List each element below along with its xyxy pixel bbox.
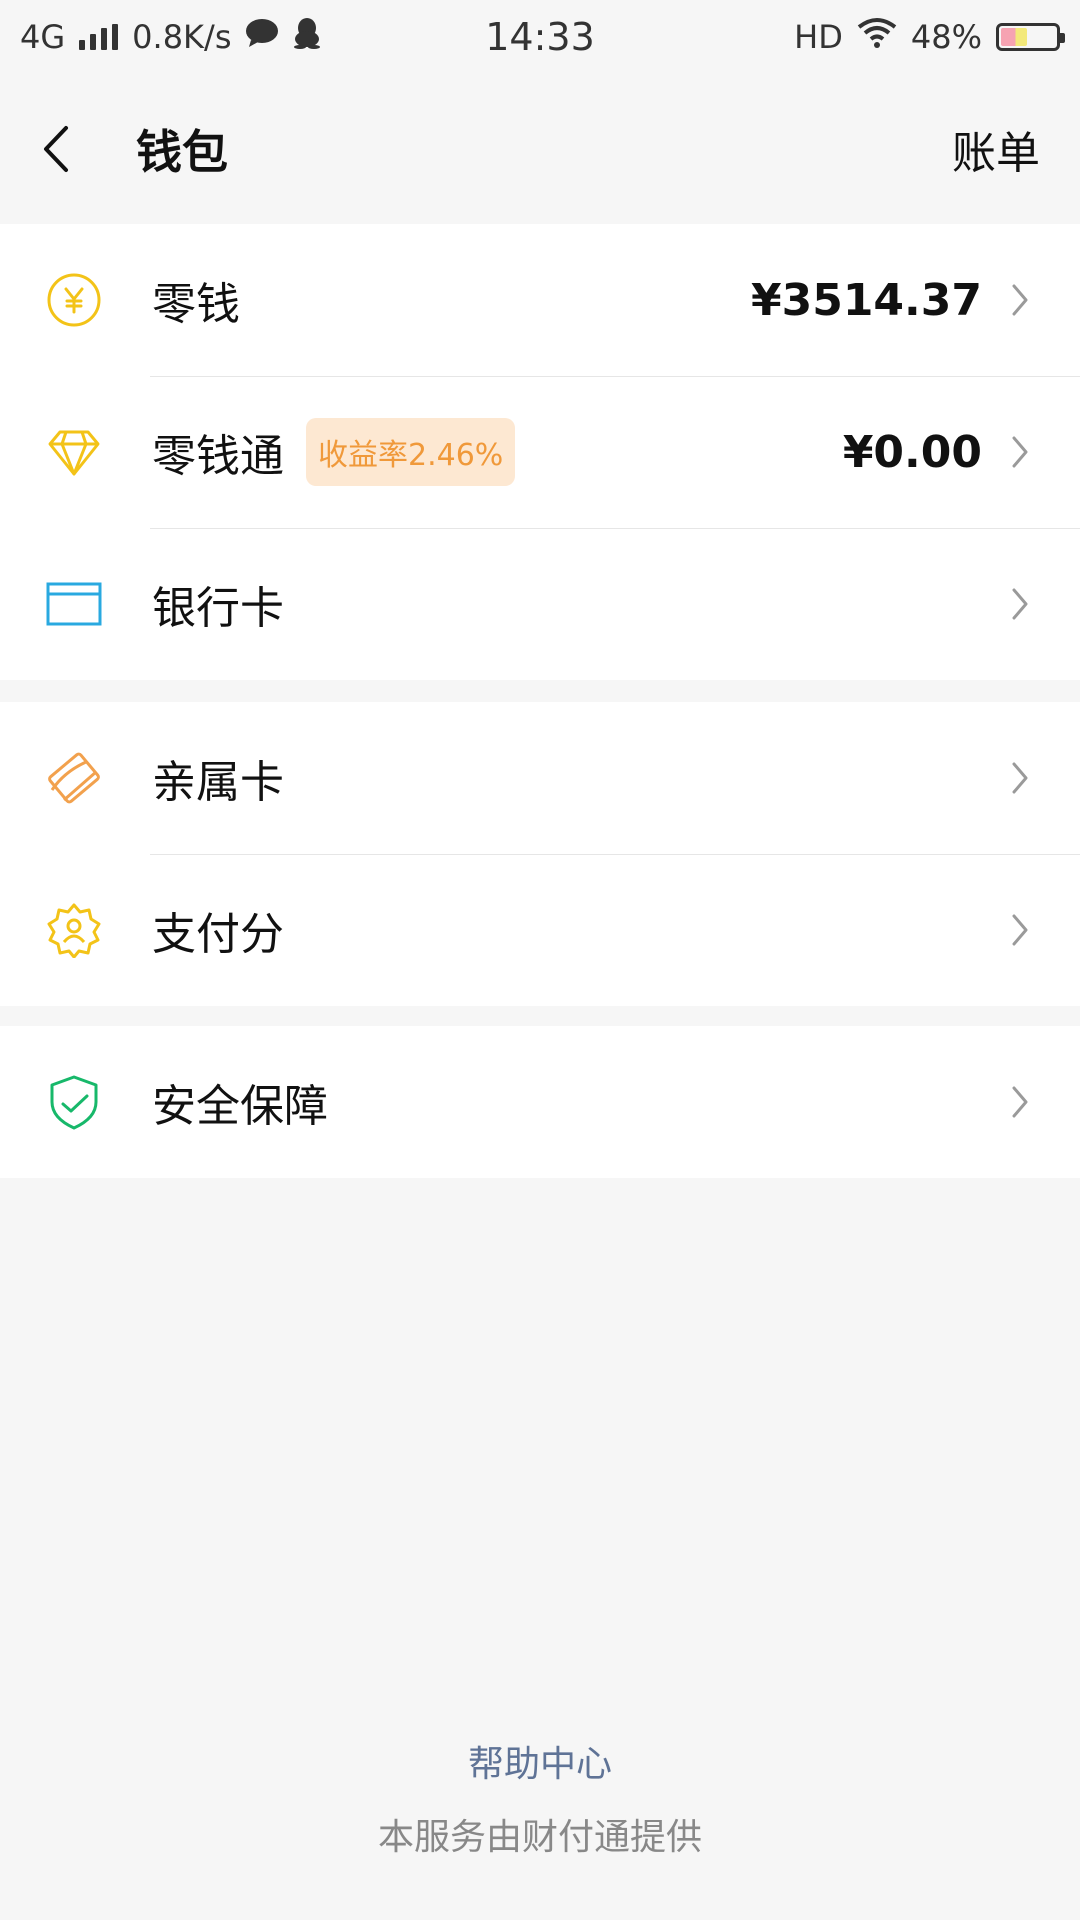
service-provider-note: 本服务由财付通提供	[377, 1817, 702, 1858]
row-pay-score[interactable]: 支付分	[0, 854, 1080, 1006]
page-title: 钱包	[136, 125, 228, 179]
chevron-right-icon	[1010, 910, 1034, 950]
row-security[interactable]: 安全保障	[0, 1026, 1080, 1178]
battery-percent: 48%	[910, 18, 982, 56]
row-label: 银行卡	[152, 583, 284, 634]
chevron-right-icon	[1010, 584, 1034, 624]
back-arrow-icon	[44, 126, 68, 172]
wallet-group-services: 亲属卡 支付分	[0, 702, 1080, 1006]
chevron-right-icon	[1010, 1082, 1034, 1122]
chevron-right-icon	[1010, 432, 1034, 472]
bank-card-icon	[46, 576, 102, 632]
change-balance: ¥3514.37	[750, 274, 982, 326]
chat-bubble-icon	[245, 18, 279, 56]
network-speed: 0.8K/s	[132, 18, 232, 56]
wallet-group-balance: 零钱 ¥3514.37 零钱通 收益率2.46% ¥0.00 银行卡	[0, 224, 1080, 680]
qq-penguin-icon	[293, 17, 321, 57]
row-label: 支付分	[152, 909, 284, 960]
status-bar: 4G 0.8K/s 14:33 HD 48%	[0, 0, 1080, 74]
lingqiantong-balance: ¥0.00	[842, 426, 982, 478]
nav-bar: 钱包 账单	[0, 74, 1080, 224]
wallet-group-security: 安全保障	[0, 1026, 1080, 1178]
row-bank-card[interactable]: 银行卡	[0, 528, 1080, 680]
security-shield-icon	[46, 1074, 102, 1130]
status-right: HD 48%	[794, 17, 1065, 57]
chevron-right-icon	[1010, 280, 1034, 320]
battery-icon	[996, 23, 1065, 51]
row-label: 亲属卡	[152, 757, 284, 808]
row-change[interactable]: 零钱 ¥3514.37	[0, 224, 1080, 376]
yuan-coin-icon	[46, 272, 102, 328]
help-center-link[interactable]: 帮助中心	[0, 1735, 1080, 1787]
row-label: 零钱	[152, 279, 240, 330]
wifi-icon	[857, 17, 897, 57]
pay-score-icon	[46, 902, 102, 958]
status-left: 4G 0.8K/s	[20, 17, 321, 57]
row-label: 零钱通	[152, 431, 284, 482]
family-card-icon	[46, 750, 102, 806]
row-label: 安全保障	[152, 1081, 328, 1132]
battery-fill	[1001, 28, 1027, 46]
back-button[interactable]	[40, 119, 90, 179]
chevron-right-icon	[1010, 758, 1034, 798]
network-type: 4G	[20, 18, 66, 56]
signal-icon	[79, 24, 119, 50]
row-lingqiantong[interactable]: 零钱通 收益率2.46% ¥0.00	[0, 376, 1080, 528]
diamond-icon	[46, 424, 102, 480]
bill-button[interactable]: 账单	[952, 117, 1040, 181]
yield-rate-badge: 收益率2.46%	[306, 418, 516, 486]
row-family-card[interactable]: 亲属卡	[0, 702, 1080, 854]
hd-indicator: HD	[794, 18, 843, 56]
